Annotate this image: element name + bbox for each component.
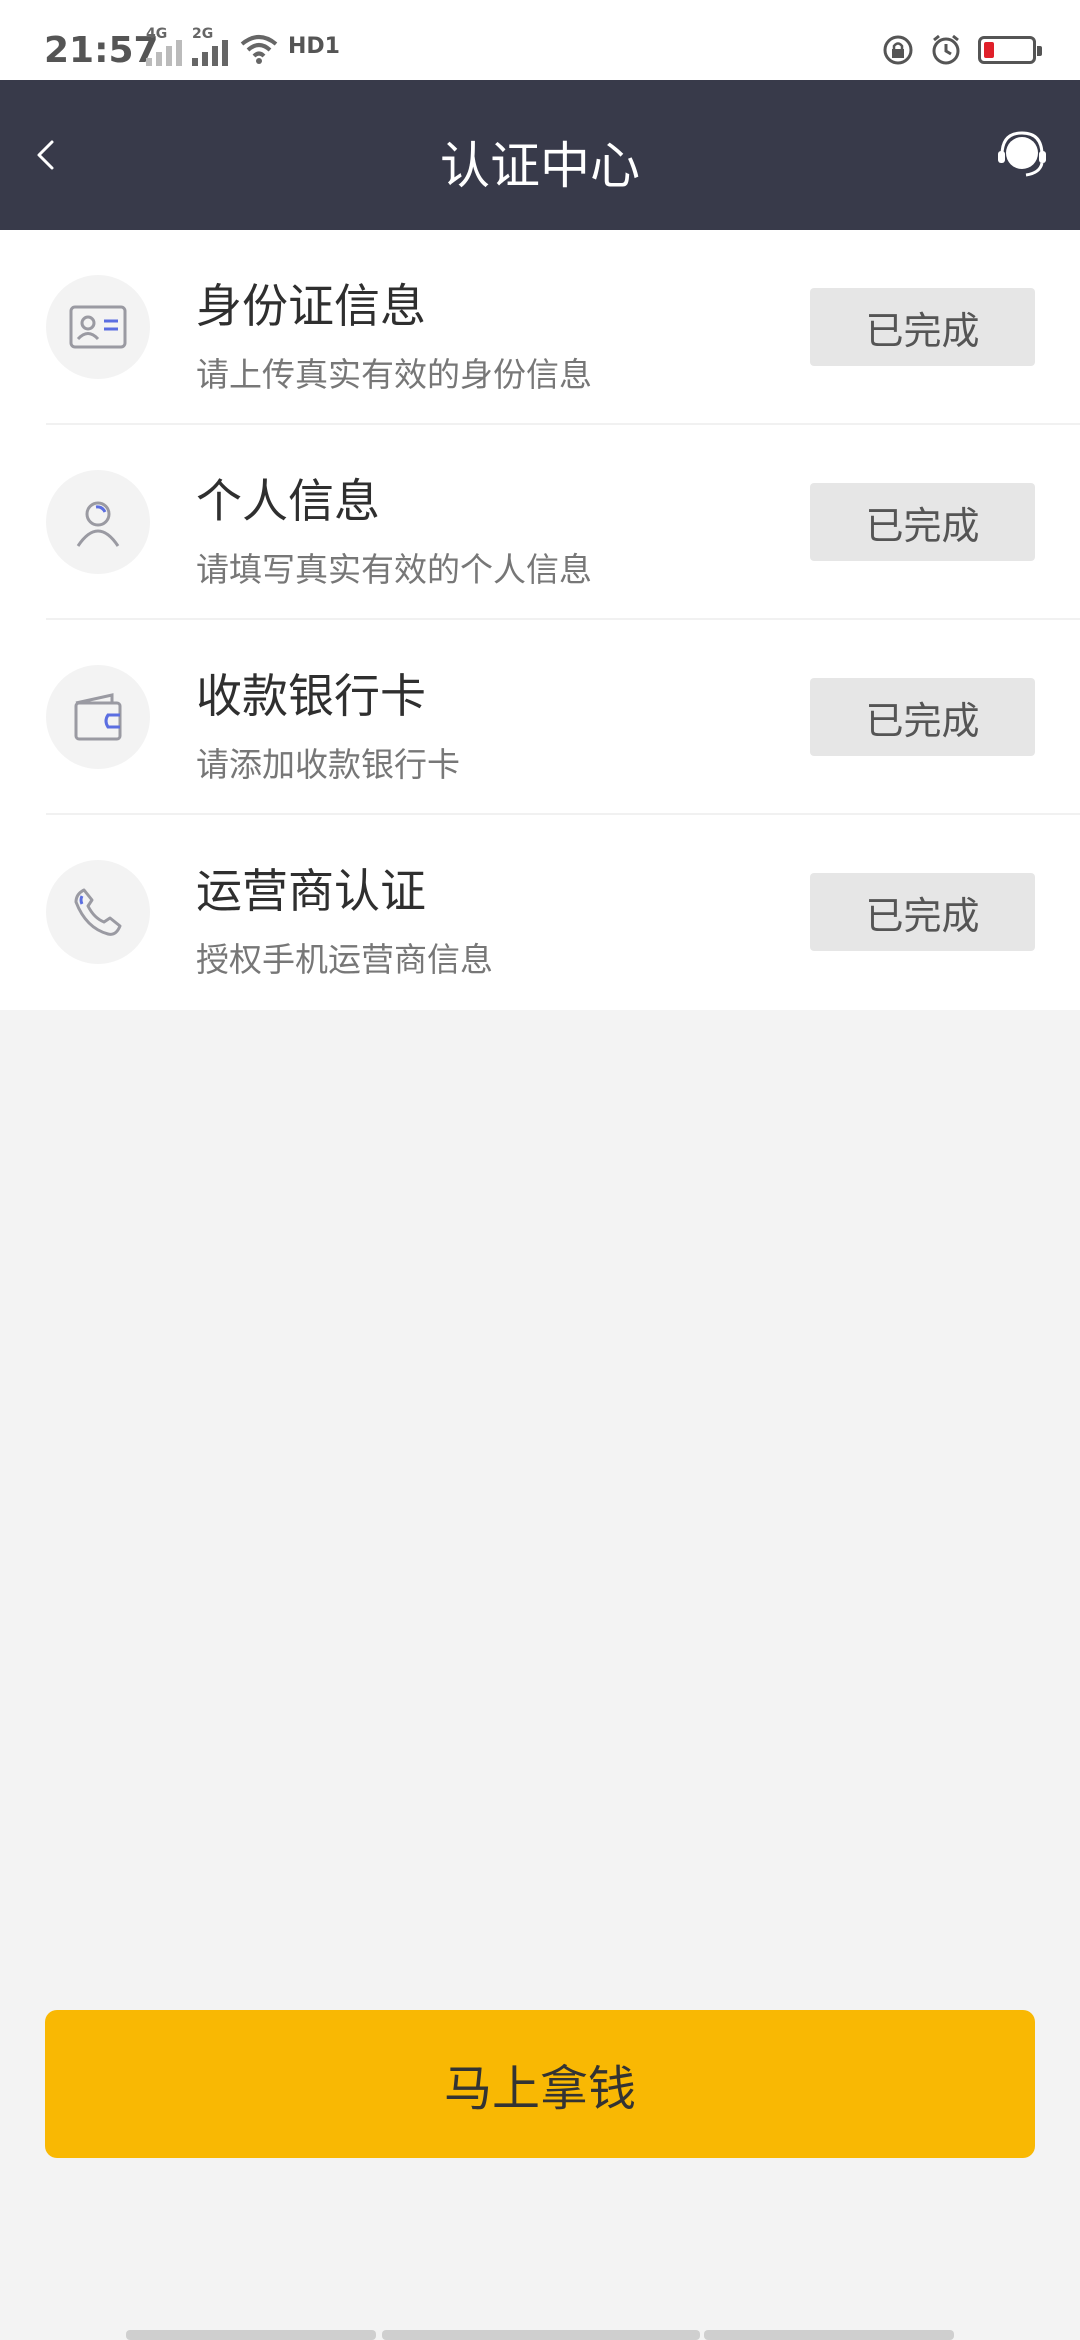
item-name: 身份证信息 <box>196 279 426 333</box>
network-type-label-2: 2G <box>192 26 214 42</box>
item-name: 个人信息 <box>196 474 380 528</box>
signal-icon-sim2: 2G <box>192 26 228 66</box>
status-badge[interactable]: 已完成 <box>810 483 1035 561</box>
status-badge[interactable]: 已完成 <box>810 678 1035 756</box>
status-right-icons <box>882 34 1042 66</box>
wallet-icon <box>46 665 150 769</box>
certification-list: 身份证信息 请上传真实有效的身份信息 已完成 个人信息 请填写真实有效的个人信息… <box>0 230 1080 1010</box>
rotation-lock-icon <box>883 35 913 65</box>
page-title: 认证中心 <box>440 137 640 195</box>
item-description: 请填写真实有效的个人信息 <box>196 550 592 589</box>
item-name: 收款银行卡 <box>196 669 426 723</box>
clock: 21:57 <box>44 30 159 71</box>
network-type-label-1: 4G <box>146 26 168 42</box>
nav-gesture-bar-right <box>704 2330 954 2340</box>
phone-icon <box>46 860 150 964</box>
item-name: 运营商认证 <box>196 864 426 918</box>
get-money-button[interactable]: 马上拿钱 <box>45 2010 1035 2158</box>
list-item-carrier-auth[interactable]: 运营商认证 授权手机运营商信息 已完成 <box>0 815 1080 1010</box>
customer-service-icon[interactable] <box>994 127 1050 183</box>
list-item-bank-card[interactable]: 收款银行卡 请添加收款银行卡 已完成 <box>0 620 1080 815</box>
hd-voice-icon: HD1 <box>288 34 340 59</box>
nav-gesture-bar-left <box>126 2330 376 2340</box>
status-bar: 21:57 4G 2G HD1 <box>0 0 1080 80</box>
list-item-id-card[interactable]: 身份证信息 请上传真实有效的身份信息 已完成 <box>0 230 1080 425</box>
status-badge[interactable]: 已完成 <box>810 288 1035 366</box>
nav-bar: 认证中心 <box>0 80 1080 230</box>
status-badge[interactable]: 已完成 <box>810 873 1035 951</box>
signal-icon-sim1: 4G <box>146 26 182 66</box>
alarm-icon <box>932 34 960 65</box>
person-icon <box>46 470 150 574</box>
nav-gesture-bar-center <box>382 2330 700 2340</box>
item-description: 请添加收款银行卡 <box>196 745 460 784</box>
list-item-personal-info[interactable]: 个人信息 请填写真实有效的个人信息 已完成 <box>0 425 1080 620</box>
wifi-icon <box>240 35 278 64</box>
id-card-icon <box>46 275 150 379</box>
item-description: 请上传真实有效的身份信息 <box>196 355 592 394</box>
item-description: 授权手机运营商信息 <box>196 940 493 979</box>
battery-icon <box>978 36 1042 64</box>
